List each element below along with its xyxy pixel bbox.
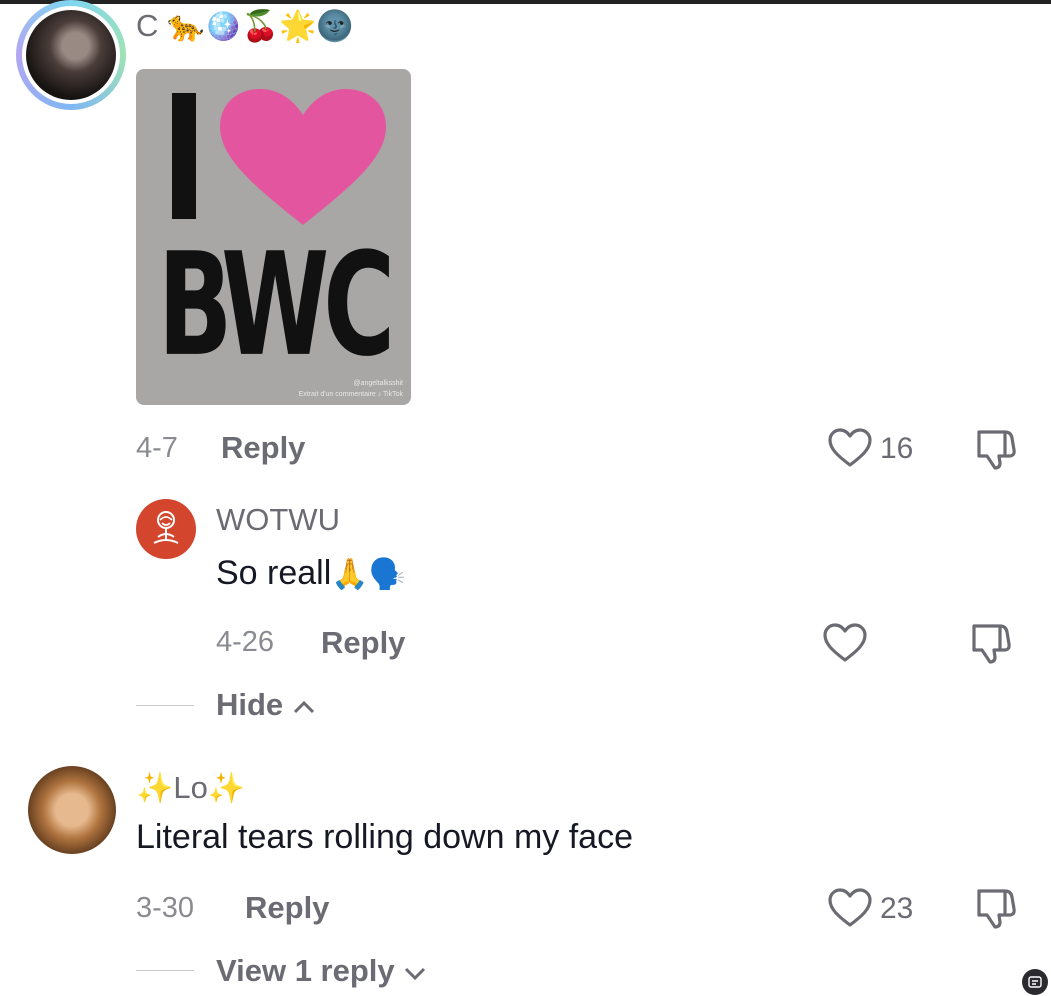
reply-button[interactable]: Reply (245, 890, 329, 926)
dislike-icon[interactable] (975, 428, 1019, 470)
like-count: 16 (880, 432, 914, 465)
caption-toggle-icon[interactable] (1022, 969, 1048, 995)
sticker-watermark-note: Extrait d'un commentaire ♪ TikTok (298, 391, 403, 398)
hide-replies-button[interactable]: Hide (216, 687, 316, 723)
username-text[interactable]: Lo (173, 770, 207, 805)
comment-sticker-image[interactable]: BWC @angeltalksshit Extrait d'un comment… (136, 69, 411, 405)
thread-divider (136, 705, 194, 706)
comment-date: 3-30 (136, 892, 195, 924)
reply-text-emojis: 🙏🗣️ (331, 558, 406, 591)
view-replies-label[interactable]: View 1 reply (216, 953, 395, 988)
sticker-watermark-handle: @angeltalksshit (353, 380, 403, 387)
like-heart-icon[interactable] (823, 623, 867, 663)
username-text[interactable]: C (136, 8, 158, 43)
like-count: 23 (880, 892, 914, 925)
sticker-letter-i (172, 93, 196, 219)
sticker-big-text: BWC (157, 223, 395, 389)
reply-date: 4-26 (216, 626, 275, 658)
rose-logo-icon (153, 511, 179, 544)
reply-text-body: So reall (216, 554, 332, 592)
chevron-up-icon (293, 700, 314, 714)
sparkle-emoji-left: ✨ (136, 772, 174, 805)
comment-date: 4-7 (136, 432, 178, 464)
view-replies-button[interactable]: View 1 reply (216, 953, 427, 989)
reply-button[interactable]: Reply (321, 625, 405, 661)
thread-divider (136, 970, 194, 971)
like-heart-icon[interactable] (828, 888, 872, 928)
comment-username[interactable]: C 🐆🪩🍒🌟🌚 (136, 8, 354, 44)
sticker-heart-icon (220, 89, 386, 225)
username-emojis: 🐆🪩🍒🌟🌚 (167, 10, 354, 43)
chevron-down-icon (405, 967, 426, 981)
dislike-icon[interactable] (975, 887, 1019, 929)
reply-text: So reall🙏🗣️ (216, 554, 406, 593)
comment-text: Literal tears rolling down my face (136, 818, 634, 856)
comment-username[interactable]: ✨Lo✨ (136, 770, 245, 806)
reply-username[interactable]: WOTWU (216, 502, 340, 538)
avatar[interactable] (28, 766, 116, 854)
avatar[interactable] (136, 499, 196, 559)
top-edge-bar (0, 0, 1051, 4)
like-heart-icon[interactable] (828, 428, 872, 468)
hide-label[interactable]: Hide (216, 687, 283, 722)
reply-button[interactable]: Reply (221, 430, 305, 466)
dislike-icon[interactable] (970, 622, 1014, 664)
sparkle-emoji-right: ✨ (207, 772, 246, 805)
avatar[interactable] (26, 10, 116, 100)
